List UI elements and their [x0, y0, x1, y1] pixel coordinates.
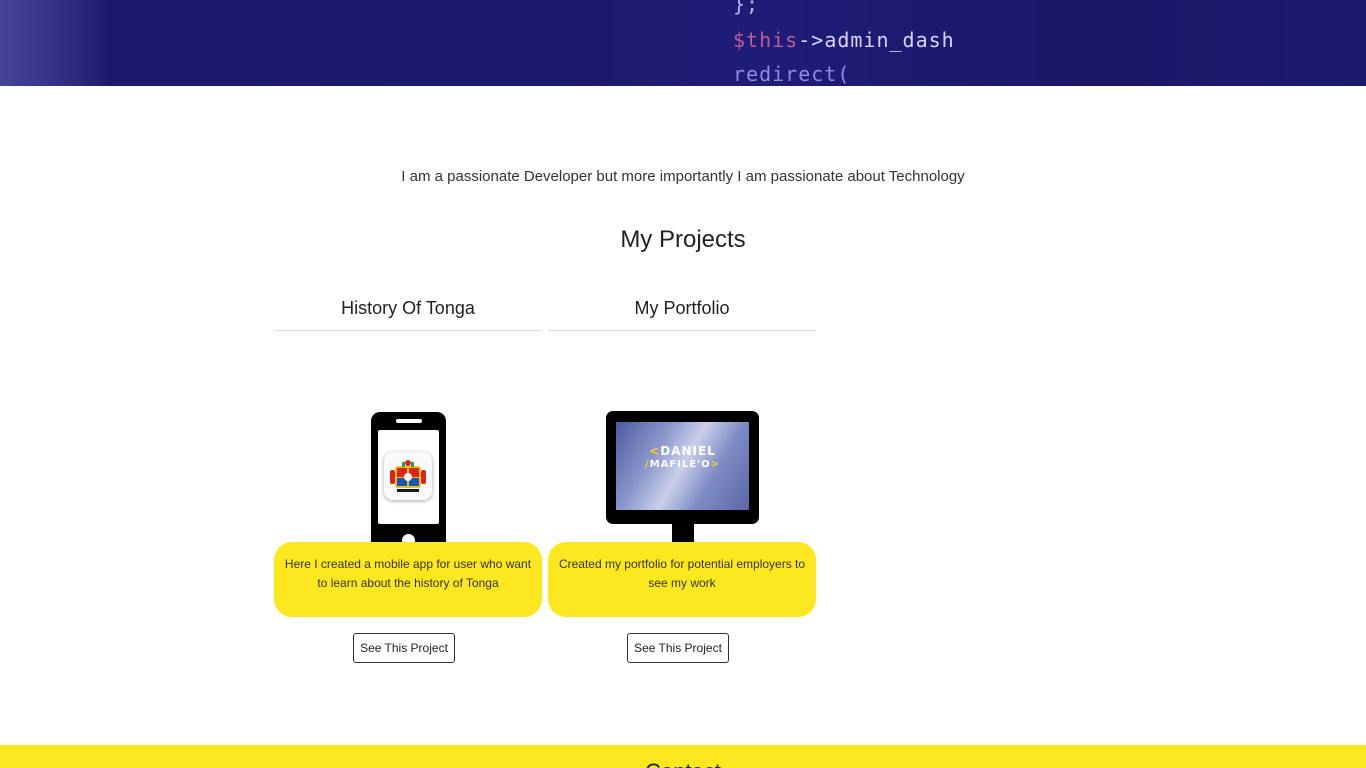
projects-heading: My Projects: [620, 226, 746, 253]
hero-code-line-2: $this->admin_dash: [733, 28, 955, 52]
hero-code-line-3: redirect(: [733, 62, 851, 86]
monitor-neck: [672, 524, 694, 544]
phone-speaker: [396, 419, 422, 423]
see-project-button[interactable]: See This Project: [627, 633, 729, 663]
phone-screen: [378, 430, 439, 524]
hero-code-call: admin_dash: [824, 28, 955, 52]
hero-fade: [0, 0, 110, 86]
screen-logo-line-2: /MAFILE'O>: [644, 459, 721, 470]
see-project-button[interactable]: See This Project: [353, 633, 455, 663]
hero-code-var: $this: [733, 28, 799, 52]
phone-icon: [371, 412, 446, 558]
screen-logo-line-1: <DANIEL: [649, 444, 716, 458]
tonga-coat-of-arms-icon: [384, 452, 432, 500]
project-description: Created my portfolio for potential emplo…: [548, 542, 816, 617]
project-image: <DANIEL /MAFILE'O>: [548, 331, 816, 557]
hero-code-line-1: };: [733, 0, 760, 16]
project-title: My Portfolio: [548, 290, 816, 331]
project-card-history-of-tonga: History Of Tonga Here I created a mobile…: [274, 290, 542, 663]
project-card-my-portfolio: My Portfolio <DANIEL /MAFILE'O> Created …: [548, 290, 816, 663]
hero-code-arrow: ->: [798, 28, 825, 52]
project-description: Here I created a mobile app for user who…: [274, 542, 542, 617]
monitor-screen: <DANIEL /MAFILE'O>: [616, 422, 749, 510]
hero-banner: }; $this->admin_dash redirect(: [0, 0, 1366, 86]
monitor-frame: <DANIEL /MAFILE'O>: [606, 411, 759, 524]
project-image: [274, 331, 542, 558]
intro-tagline: I am a passionate Developer but more imp…: [401, 168, 965, 185]
contact-section: Contact: [0, 745, 1366, 768]
contact-heading: Contact: [0, 759, 1366, 768]
project-title: History Of Tonga: [274, 290, 542, 331]
monitor-icon: <DANIEL /MAFILE'O>: [606, 411, 759, 557]
